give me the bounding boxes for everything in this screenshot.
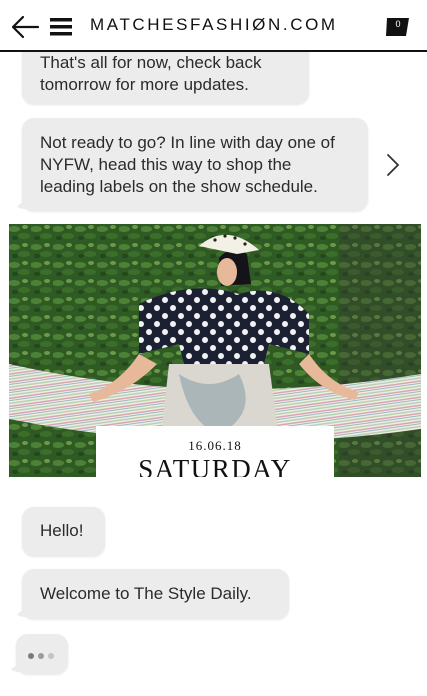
typing-indicator bbox=[7, 634, 68, 674]
bubble-tail bbox=[13, 199, 27, 209]
bag-count: 0 bbox=[395, 19, 400, 29]
bubble-tail bbox=[7, 662, 21, 672]
style-daily-image-card[interactable]: 16.06.18 SATURDAY bbox=[9, 224, 421, 477]
typing-dot bbox=[28, 653, 34, 659]
typing-dot bbox=[38, 653, 44, 659]
day-title: SATURDAY bbox=[138, 454, 292, 477]
chat-message-text: Not ready to go? In line with day one of… bbox=[40, 133, 335, 196]
chat-message-text: That's all for now, check back tomorrow … bbox=[40, 53, 262, 94]
hamburger-menu-icon[interactable] bbox=[50, 16, 74, 38]
chat-message-bubble: Hello! bbox=[22, 507, 105, 556]
chat-message-bubble: Welcome to The Style Daily. bbox=[13, 569, 289, 619]
brand-logo[interactable]: MATCHESFASHIØN.COM bbox=[90, 15, 338, 35]
chat-message-bubble: That's all for now, check back tomorrow … bbox=[22, 44, 309, 104]
shopping-bag-icon: 0 bbox=[386, 12, 409, 36]
chat-message-text: Welcome to The Style Daily. bbox=[40, 584, 252, 603]
bubble-tail bbox=[13, 607, 27, 617]
shopping-bag-button[interactable]: 0 bbox=[384, 12, 412, 40]
chat-message-text: Hello! bbox=[40, 521, 84, 540]
date-caption: 16.06.18 SATURDAY bbox=[96, 426, 334, 477]
typing-dot bbox=[48, 653, 54, 659]
date-text: 16.06.18 bbox=[188, 438, 242, 453]
chat-message-bubble[interactable]: Not ready to go? In line with day one of… bbox=[13, 118, 368, 211]
arrow-left-icon[interactable] bbox=[10, 14, 40, 40]
top-nav-bar: MATCHESFASHIØN.COM 0 bbox=[0, 0, 427, 52]
chevron-right-icon[interactable] bbox=[383, 152, 403, 178]
